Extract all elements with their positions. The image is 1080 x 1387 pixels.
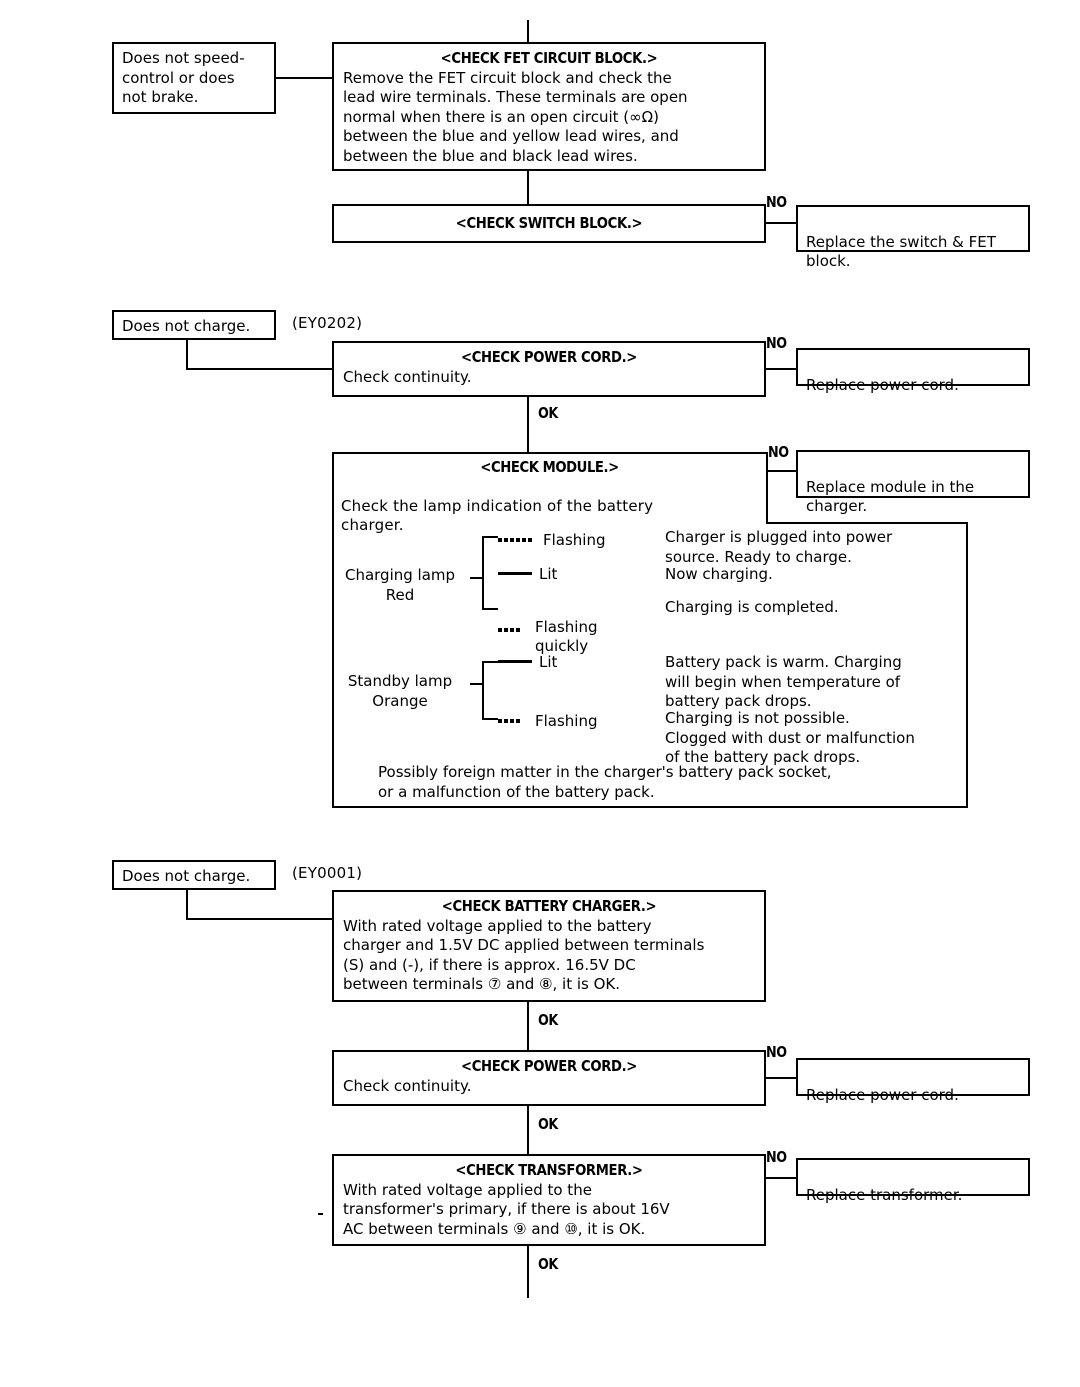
action-box-replace-module: Replace module in the charger. xyxy=(796,450,1030,515)
symptom-box-charge-ey0001: Does not charge. xyxy=(112,860,276,890)
lamp-state-desc-lit-orange: Battery pack is warm. Charging will begi… xyxy=(665,653,902,710)
model-label-ey0001: (EY0001) xyxy=(292,864,363,882)
lamp-state-label: Flashing quickly xyxy=(535,617,598,656)
action-text: Replace the switch & FET block. xyxy=(806,232,996,271)
branch-label-no: NO xyxy=(768,443,789,461)
branch-label-no: NO xyxy=(766,1148,787,1166)
action-text: Replace power cord. xyxy=(806,1085,959,1104)
symptom-text: Does not speed- control or does not brak… xyxy=(122,49,245,106)
connector-power-cord-1-no xyxy=(766,368,796,370)
lamp-bracket-charging xyxy=(482,536,498,610)
symptom-box-charge-ey0202: Does not charge. xyxy=(112,310,276,340)
dotted-fast-icon xyxy=(498,709,528,723)
model-label-ey0202: (EY0202) xyxy=(292,314,363,332)
lamp-state-symbol-lit-orange: Lit xyxy=(498,653,557,671)
symptom-text: Does not charge. xyxy=(122,317,251,335)
flowchart-page: Does not speed- control or does not brak… xyxy=(0,0,1080,1387)
branch-label-no: NO xyxy=(766,1043,787,1061)
step-title: <CHECK BATTERY CHARGER.> xyxy=(441,897,657,915)
action-text: Replace transformer. xyxy=(806,1185,963,1204)
action-box-replace-switch-fet: Replace the switch & FET block. xyxy=(796,205,1030,270)
module-box-body: Check the lamp indication of the battery… xyxy=(341,477,653,536)
connector-top-stub xyxy=(527,20,529,42)
step-body: With rated voltage applied to the transf… xyxy=(343,1180,670,1238)
step-body: Check continuity. xyxy=(343,1076,472,1095)
branch-label-ok: OK xyxy=(538,1115,558,1133)
connector-charger-elbow-v xyxy=(186,890,188,920)
module-box-edge-step xyxy=(766,522,968,524)
lamp-state-symbol-flashing-quickly: Flashing quickly xyxy=(498,598,598,657)
connector-charge-elbow-v xyxy=(186,340,188,370)
lamp-name-standby: Standby lamp Orange xyxy=(347,672,453,710)
connector-switch-no xyxy=(766,222,796,224)
lamp-state-desc-lit-red: Now charging. xyxy=(665,565,773,583)
module-box-edge-bottom xyxy=(332,806,968,808)
lamp-footnote: Possibly foreign matter in the charger's… xyxy=(378,763,832,801)
module-box-edge-right-lower xyxy=(966,522,968,808)
action-text: Replace power cord. xyxy=(806,375,959,394)
lamp-state-desc-flashing-orange: Charging is not possible. Clogged with d… xyxy=(665,709,915,766)
connector-charger-elbow-h xyxy=(186,918,334,920)
lamp-bracket-stub-charging xyxy=(470,577,482,579)
step-title: <CHECK SWITCH BLOCK.> xyxy=(455,214,643,232)
lamp-state-symbol-flashing-orange: Flashing xyxy=(498,709,598,730)
lamp-state-symbol-lit-red: Lit xyxy=(498,565,557,583)
step-title: <CHECK POWER CORD.> xyxy=(461,1057,637,1075)
action-box-replace-power-cord-2: Replace power cord. xyxy=(796,1058,1030,1104)
connector-power-cord-2-no xyxy=(766,1077,796,1079)
branch-label-ok: OK xyxy=(538,404,558,422)
step-title: <CHECK MODULE.> xyxy=(480,458,620,476)
branch-label-ok: OK xyxy=(538,1011,558,1029)
branch-label-no: NO xyxy=(766,193,787,211)
step-box-check-switch-block: <CHECK SWITCH BLOCK.> xyxy=(332,204,766,243)
action-box-replace-transformer: Replace transformer. xyxy=(796,1158,1030,1204)
dotted-slow-icon xyxy=(498,528,536,542)
solid-line-icon xyxy=(498,660,532,663)
connector-symptom-to-fet xyxy=(276,77,332,79)
lamp-bracket-standby xyxy=(482,661,498,720)
step-box-check-battery-charger: <CHECK BATTERY CHARGER.> With rated volt… xyxy=(332,890,766,1002)
step-box-check-fet-circuit-block: <CHECK FET CIRCUIT BLOCK.> Remove the FE… xyxy=(332,42,766,171)
step-title: <CHECK TRANSFORMER.> xyxy=(455,1161,643,1179)
module-box-edge-left xyxy=(332,452,334,808)
connector-charge-elbow-h xyxy=(186,368,334,370)
connector-transformer-ok xyxy=(527,1246,529,1298)
lamp-state-desc-flashing-quickly: Charging is completed. xyxy=(665,598,839,616)
step-box-check-power-cord-1: <CHECK POWER CORD.> Check continuity. xyxy=(332,341,766,397)
step-title: <CHECK FET CIRCUIT BLOCK.> xyxy=(440,49,658,67)
module-box-edge-top xyxy=(332,452,768,454)
solid-line-icon xyxy=(498,572,532,575)
connector-power-cord-1-ok xyxy=(527,397,529,452)
connector-fet-to-switch xyxy=(527,171,529,204)
lamp-state-label: Lit xyxy=(539,653,558,671)
branch-label-ok: OK xyxy=(538,1255,558,1273)
action-text: Replace module in the charger. xyxy=(806,477,975,516)
scan-tick-mark xyxy=(318,1213,323,1215)
module-box-title: <CHECK MODULE.> xyxy=(332,458,768,476)
step-box-check-power-cord-2: <CHECK POWER CORD.> Check continuity. xyxy=(332,1050,766,1106)
connector-power-cord-2-ok xyxy=(527,1106,529,1154)
lamp-state-label: Flashing xyxy=(543,531,606,549)
symptom-box-speed-control: Does not speed- control or does not brak… xyxy=(112,42,276,114)
dotted-fast-icon xyxy=(498,618,528,632)
connector-transformer-no xyxy=(766,1177,796,1179)
lamp-state-label: Flashing xyxy=(535,712,598,730)
lamp-state-symbol-flashing-slow: Flashing xyxy=(498,528,606,549)
step-title: <CHECK POWER CORD.> xyxy=(461,348,637,366)
branch-label-no: NO xyxy=(766,334,787,352)
step-body: Remove the FET circuit block and check t… xyxy=(343,68,688,165)
symptom-text: Does not charge. xyxy=(122,867,251,885)
step-box-check-transformer: <CHECK TRANSFORMER.> With rated voltage … xyxy=(332,1154,766,1246)
lamp-name-charging: Charging lamp Red xyxy=(344,566,456,604)
lamp-state-label: Lit xyxy=(539,565,558,583)
action-box-replace-power-cord-1: Replace power cord. xyxy=(796,348,1030,394)
step-body: With rated voltage applied to the batter… xyxy=(343,916,705,994)
connector-charger-ok xyxy=(527,1002,529,1050)
step-body: Check continuity. xyxy=(343,367,472,386)
connector-module-no xyxy=(768,470,796,472)
lamp-state-desc-flashing-slow: Charger is plugged into power source. Re… xyxy=(665,528,893,566)
lamp-bracket-stub-standby xyxy=(470,683,482,685)
